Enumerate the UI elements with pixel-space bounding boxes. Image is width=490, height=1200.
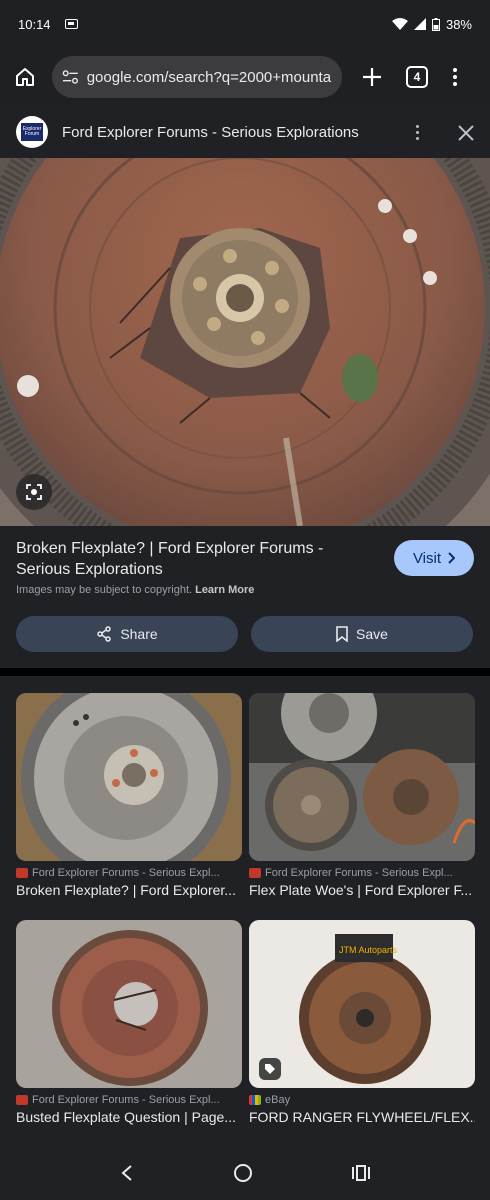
lens-search-button[interactable] [16, 474, 52, 510]
close-button[interactable] [458, 119, 474, 145]
result-thumbnail [249, 693, 475, 861]
tag-icon [265, 1064, 275, 1074]
site-settings-icon [62, 70, 79, 84]
result-title: FORD RANGER FLYWHEEL/FLEX... [249, 1109, 475, 1125]
favicon [249, 1095, 261, 1105]
battery-level: 38% [445, 16, 472, 32]
url-bar[interactable]: google.com/search?q=2000+mountaine [52, 56, 342, 98]
home-nav-icon[interactable] [233, 1163, 253, 1183]
share-button[interactable]: Share [16, 616, 238, 652]
learn-more-link[interactable]: Learn More [195, 584, 254, 596]
battery-icon [431, 17, 440, 31]
dot [453, 82, 457, 86]
favicon [16, 868, 28, 878]
result-title[interactable]: Broken Flexplate? | Ford Explorer Forums… [16, 538, 366, 580]
tab-switcher-button[interactable]: 4 [406, 66, 428, 88]
dot [415, 124, 419, 128]
system-nav-bar [0, 1146, 490, 1200]
recents-icon[interactable] [352, 1164, 371, 1182]
visit-button[interactable]: Visit [394, 540, 474, 576]
result-card[interactable]: JTM Autoparts eBay FORD RANGER FLYWHEEL/… [249, 920, 475, 1125]
result-thumbnail: JTM Autoparts [249, 920, 475, 1088]
copyright-notice: Images may be subject to copyright. Learn… [16, 584, 254, 596]
share-icon [97, 626, 112, 642]
dot [415, 136, 419, 140]
share-label: Share [120, 626, 158, 642]
result-source: Ford Explorer Forums - Serious Expl... [249, 867, 475, 879]
back-icon[interactable] [120, 1164, 134, 1182]
home-icon [16, 68, 34, 86]
browser-toolbar: google.com/search?q=2000+mountaine 4 [0, 48, 490, 106]
lens-icon [26, 484, 42, 500]
result-title: Flex Plate Woe's | Ford Explorer F... [249, 882, 473, 898]
browser-menu-button[interactable] [450, 68, 460, 86]
image-panel-header: Explorer Forum Ford Explorer Forums - Se… [0, 106, 490, 158]
status-bar: 10:14 38% [0, 0, 490, 48]
dot [453, 75, 457, 79]
result-source: Ford Explorer Forums - Serious Expl... [16, 1094, 242, 1106]
chevron-right-icon [448, 552, 456, 564]
result-thumbnail [16, 920, 242, 1088]
related-results-grid: Ford Explorer Forums - Serious Expl... B… [0, 676, 490, 1146]
result-card[interactable]: Ford Explorer Forums - Serious Expl... B… [16, 693, 242, 898]
favicon [249, 868, 261, 878]
dot [415, 130, 419, 134]
save-button[interactable]: Save [251, 616, 473, 652]
new-tab-button[interactable] [358, 63, 386, 91]
panel-site-title[interactable]: Ford Explorer Forums - Serious Explorati… [62, 124, 359, 141]
result-card[interactable]: Ford Explorer Forums - Serious Expl... B… [16, 920, 242, 1125]
main-image[interactable] [0, 158, 490, 526]
product-tag-button[interactable] [259, 1058, 281, 1080]
bookmark-icon [336, 626, 348, 642]
home-button[interactable] [10, 62, 40, 92]
image-info-panel: Broken Flexplate? | Ford Explorer Forums… [0, 526, 490, 668]
site-logo-text: Explorer Forum [21, 123, 43, 141]
tab-count: 4 [413, 70, 421, 84]
result-source: Ford Explorer Forums - Serious Expl... [16, 867, 242, 879]
sim-icon [64, 19, 78, 29]
site-logo: Explorer Forum [16, 116, 48, 148]
save-label: Save [356, 626, 388, 642]
dot [453, 68, 457, 72]
panel-more-button[interactable] [412, 124, 422, 140]
wifi-icon [391, 18, 408, 30]
result-thumbnail [16, 693, 242, 861]
result-title: Broken Flexplate? | Ford Explorer... [16, 882, 236, 898]
thumbnail-watermark: JTM Autoparts [339, 945, 398, 955]
result-source: eBay [249, 1094, 475, 1106]
visit-label: Visit [412, 549, 442, 567]
flexplate-image [0, 158, 490, 526]
signal-icon [413, 18, 426, 30]
status-time: 10:14 [18, 16, 51, 32]
url-text: google.com/search?q=2000+mountaine [86, 68, 332, 86]
result-card[interactable]: Ford Explorer Forums - Serious Expl... F… [249, 693, 475, 898]
favicon [16, 1095, 28, 1105]
copyright-text: Images may be subject to copyright. [16, 584, 193, 596]
result-title: Busted Flexplate Question | Page... [16, 1109, 236, 1125]
plus-icon [363, 68, 381, 86]
close-icon [458, 125, 474, 141]
